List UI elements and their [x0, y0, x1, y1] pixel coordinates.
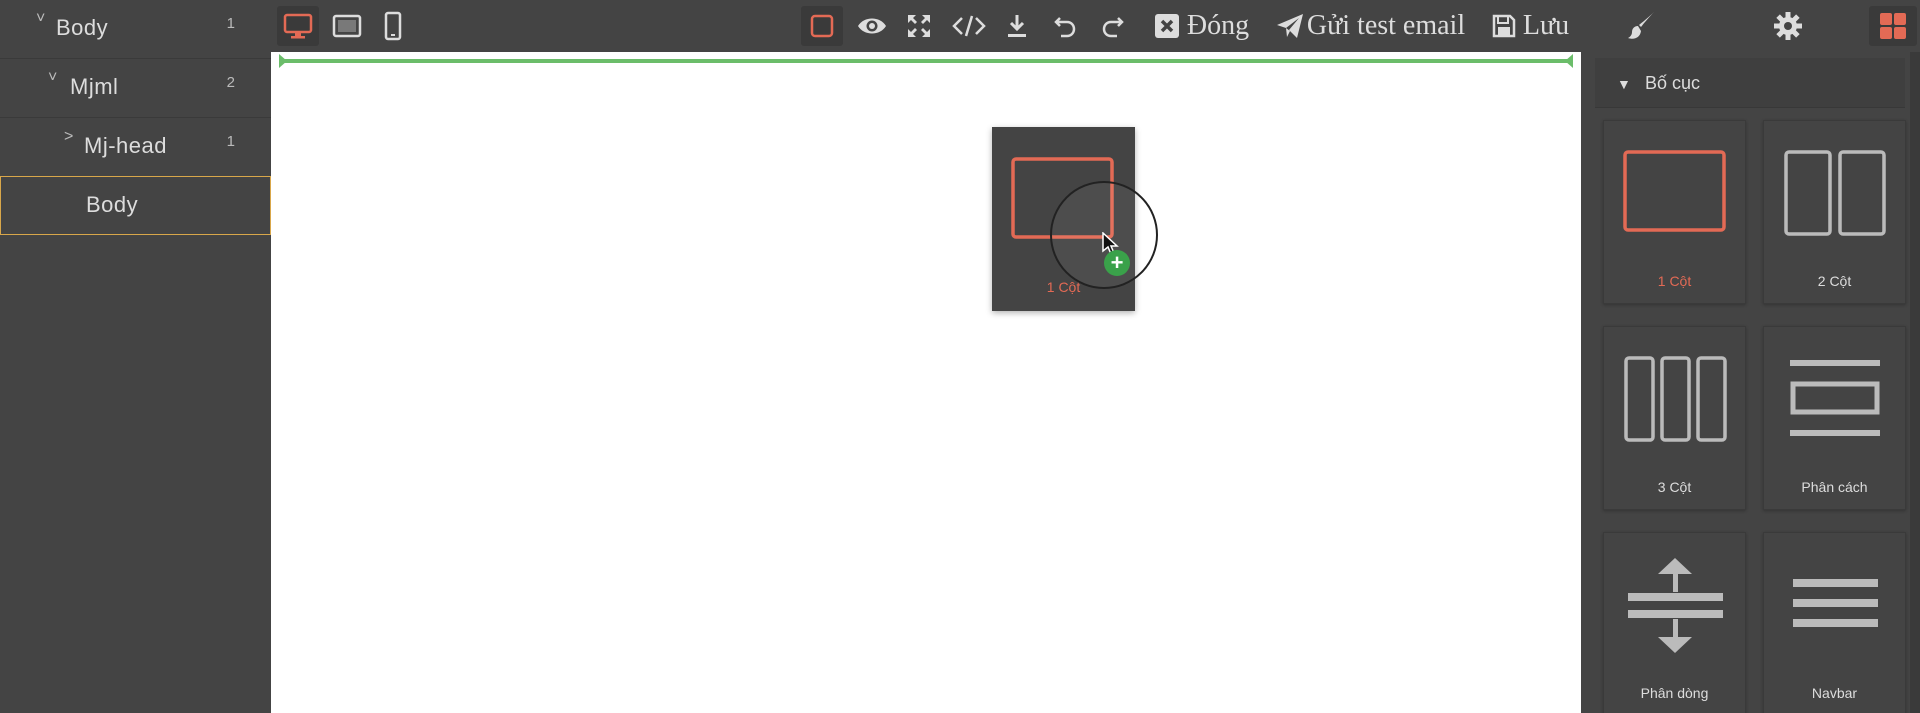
device-mobile-button[interactable]: [375, 6, 411, 46]
block-3-columns[interactable]: 3 Cột: [1603, 326, 1746, 510]
layer-name: Body: [56, 15, 109, 40]
block-label: Phân dòng: [1640, 685, 1709, 701]
block-category-title: Bố cục: [1645, 73, 1701, 93]
layer-row-body[interactable]: ˅ Body 1: [0, 0, 271, 59]
square-outline-icon: [810, 14, 834, 38]
close-button[interactable]: Đóng: [1145, 6, 1257, 46]
export-button[interactable]: [999, 6, 1035, 46]
save-label: Lưu: [1522, 10, 1570, 41]
gear-icon: [1774, 12, 1802, 40]
paper-plane-icon: [1276, 14, 1303, 38]
close-label: Đóng: [1186, 10, 1250, 41]
fullscreen-button[interactable]: [899, 6, 939, 46]
one-column-icon: [1623, 150, 1726, 232]
style-manager-button[interactable]: [1617, 6, 1667, 46]
layer-manager: ˅ Body 1 ˅ Mjml 2 ˃ Mj-head 1 Body: [0, 0, 271, 713]
caret-down-icon[interactable]: ˅: [36, 10, 45, 28]
spacer-icon: [1628, 558, 1723, 653]
settings-button[interactable]: [1763, 6, 1813, 46]
block-navbar[interactable]: Navbar: [1763, 532, 1906, 713]
undo-button[interactable]: [1047, 6, 1083, 46]
layer-name: Mjml: [70, 74, 119, 99]
undo-icon: [1054, 17, 1076, 38]
block-label: Navbar: [1811, 685, 1858, 701]
device-desktop-button[interactable]: [277, 6, 319, 46]
eye-icon: [858, 18, 886, 34]
layer-row-mjml[interactable]: ˅ Mjml 2: [0, 59, 271, 118]
blocks-button[interactable]: [1869, 6, 1917, 46]
block-spacer[interactable]: Phân dòng: [1603, 532, 1746, 713]
blocks-grid-icon: [1880, 13, 1906, 39]
block-label: 3 Cột: [1657, 479, 1692, 495]
block-category-header[interactable]: ▼ Bố cục: [1595, 58, 1905, 108]
layer-name: Body: [86, 192, 139, 217]
layer-name: Mj-head: [84, 133, 167, 158]
editor-canvas[interactable]: [271, 52, 1581, 713]
block-label: 1 Cột: [1657, 273, 1692, 289]
panel-scrollbar[interactable]: [1910, 52, 1920, 713]
code-icon: [952, 15, 986, 37]
layer-row-body-selected[interactable]: Body: [0, 176, 271, 235]
divider-icon: [1790, 360, 1880, 436]
block-2-columns[interactable]: 2 Cột: [1763, 120, 1906, 304]
send-test-email-button[interactable]: Gửi test email: [1267, 6, 1473, 46]
layer-count: 2: [226, 74, 235, 91]
drop-placeholder-indicator: [279, 54, 1573, 68]
floppy-disk-icon: [1492, 14, 1516, 38]
two-columns-icon: [1784, 150, 1886, 236]
layer-count: 1: [226, 15, 235, 32]
redo-button[interactable]: [1095, 6, 1131, 46]
send-test-label: Gửi test email: [1306, 10, 1466, 41]
block-label: Phân cách: [1801, 479, 1868, 495]
layer-row-mj-head[interactable]: ˃ Mj-head 1: [0, 118, 271, 177]
caret-right-icon[interactable]: ˃: [64, 128, 73, 146]
top-toolbar: Đóng Gửi test email Lưu: [271, 0, 1920, 52]
add-copy-badge-icon: +: [1104, 250, 1130, 276]
caret-down-icon[interactable]: ˅: [48, 69, 57, 87]
navbar-icon: [1793, 579, 1878, 627]
close-box-icon: [1154, 14, 1179, 38]
redo-icon: [1102, 17, 1124, 38]
desktop-icon: [283, 13, 313, 39]
preview-button[interactable]: [851, 6, 893, 46]
save-button[interactable]: Lưu: [1487, 6, 1573, 46]
blocks-panel: ▼ Bố cục 1 Cột 2 Cột 3 Cột Phân cách Phâ…: [1581, 52, 1920, 713]
block-label: 2 Cột: [1817, 273, 1852, 289]
download-icon: [1008, 15, 1026, 37]
layer-count: 1: [226, 133, 235, 150]
show-borders-button[interactable]: [801, 6, 843, 46]
block-1-column[interactable]: 1 Cột: [1603, 120, 1746, 304]
mobile-icon: [384, 11, 402, 41]
view-code-button[interactable]: [947, 6, 991, 46]
block-divider[interactable]: Phân cách: [1763, 326, 1906, 510]
three-columns-icon: [1624, 356, 1727, 442]
expand-icon: [908, 15, 930, 37]
tablet-icon: [332, 14, 362, 38]
device-tablet-button[interactable]: [327, 6, 367, 46]
caret-down-icon: ▼: [1617, 76, 1631, 92]
paint-brush-icon: [1628, 12, 1654, 39]
